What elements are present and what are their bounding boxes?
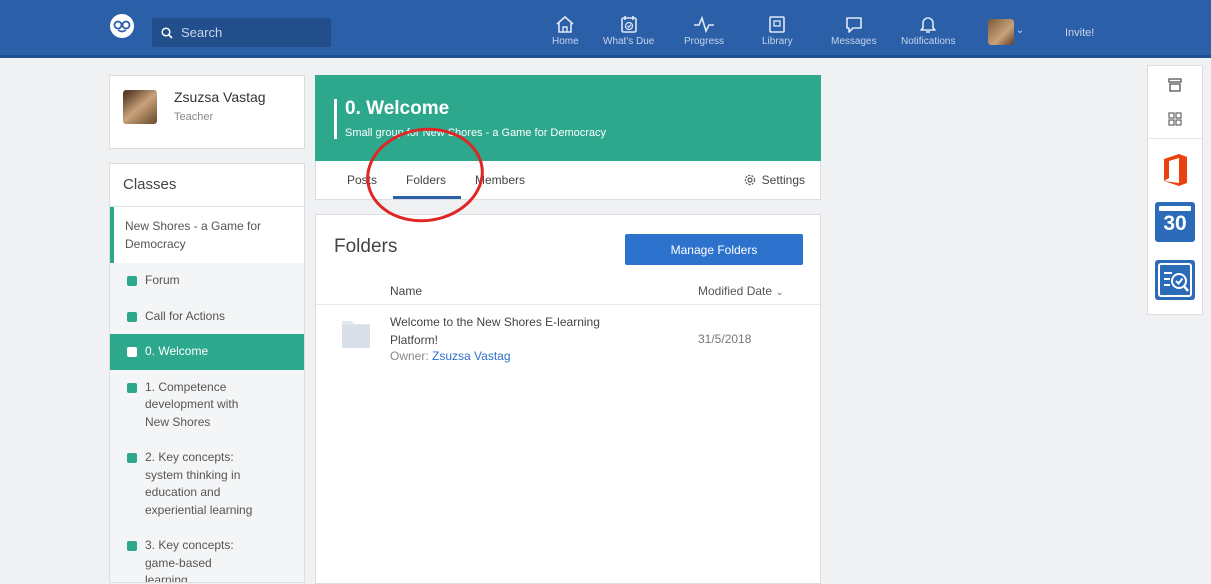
column-header-label: Modified Date — [698, 284, 773, 298]
invite-link[interactable]: Invite! — [1065, 27, 1094, 39]
folder-name-link[interactable]: Welcome to the New Shores E-learning Pla… — [390, 313, 630, 349]
sidebar-item-class[interactable]: New Shores - a Game for Democracy — [110, 207, 304, 263]
calendar-check-icon — [620, 16, 637, 33]
group-tabs: Posts Folders Members Settings — [315, 161, 821, 200]
calendar-badge: 30 — [1163, 212, 1187, 235]
chat-bubble-icon — [845, 17, 862, 33]
nav-progress[interactable]: Progress — [684, 15, 724, 47]
edmodo-logo-icon[interactable] — [110, 14, 134, 38]
review-icon[interactable] — [1155, 260, 1195, 300]
chevron-down-icon: ⌄ — [775, 287, 784, 298]
sidebar-item-key-concepts-systems[interactable]: 2. Key concepts: system thinking in educ… — [110, 440, 304, 528]
bell-icon — [920, 17, 937, 33]
user-avatar[interactable] — [988, 19, 1014, 45]
manage-folders-button[interactable]: Manage Folders — [625, 234, 803, 265]
settings-button[interactable]: Settings — [744, 173, 805, 187]
sidebar-item-competence[interactable]: 1. Competence development with New Shore… — [110, 369, 304, 440]
profile-role: Teacher — [174, 111, 214, 123]
sidebar-item-key-concepts-games[interactable]: 3. Key concepts: game-based learning — [110, 528, 304, 583]
nav-notifications-label: Notifications — [901, 36, 956, 47]
avatar[interactable] — [123, 90, 157, 124]
sidebar-item-label: 1. Competence development with New Shore… — [145, 379, 239, 429]
nav-whats-due-label: What's Due — [603, 36, 655, 47]
group-square-icon — [127, 541, 137, 551]
office-icon[interactable] — [1155, 150, 1195, 190]
nav-whats-due[interactable]: What's Due — [603, 15, 654, 47]
nav-library[interactable]: Library — [762, 15, 793, 47]
sidebar-item-label: 0. Welcome — [145, 344, 209, 358]
sidebar-item-label: 3. Key concepts: game-based learning — [145, 538, 234, 583]
sidebar-item-label: Forum — [145, 273, 180, 287]
profile-name[interactable]: Zsuzsa Vastag — [174, 89, 266, 105]
divider — [316, 304, 820, 305]
nav-progress-label: Progress — [684, 36, 725, 47]
sidebar-item-label: Call for Actions — [145, 308, 226, 323]
nav-messages-label: Messages — [831, 36, 877, 47]
column-header-name[interactable]: Name — [390, 284, 422, 298]
owner-label: Owner: — [390, 349, 429, 363]
group-square-icon — [127, 453, 137, 463]
classes-title: Classes — [110, 164, 304, 207]
group-square-icon — [127, 276, 137, 286]
header-accent-bar — [334, 99, 337, 139]
top-navigation-bar: Home What's Due Progress Library Message… — [0, 0, 1211, 58]
search-box[interactable] — [152, 18, 331, 47]
chevron-down-icon[interactable]: ⌄ — [1016, 25, 1024, 36]
nav-notifications[interactable]: Notifications — [901, 15, 955, 47]
tab-posts[interactable]: Posts — [347, 173, 377, 187]
folder-modified-date: 31/5/2018 — [698, 332, 752, 346]
profile-card: Zsuzsa Vastag Teacher — [109, 75, 305, 149]
gear-icon — [744, 174, 755, 186]
home-icon — [556, 15, 574, 33]
tab-folders[interactable]: Folders — [406, 173, 446, 187]
group-square-icon — [127, 347, 137, 357]
group-square-icon — [127, 382, 137, 393]
tab-members[interactable]: Members — [475, 173, 525, 187]
nav-home-label: Home — [552, 36, 579, 47]
app-rail: 30 — [1147, 65, 1203, 315]
nav-home[interactable]: Home — [552, 15, 579, 47]
app-grid-icon[interactable] — [1168, 112, 1182, 126]
divider — [1148, 138, 1202, 139]
column-header-modified-date[interactable]: Modified Date ⌄ — [698, 284, 784, 298]
folders-title: Folders — [334, 236, 398, 257]
pulse-icon — [694, 15, 714, 34]
library-icon — [769, 16, 786, 33]
calendar-30-icon[interactable]: 30 — [1155, 202, 1195, 242]
search-input[interactable] — [181, 25, 331, 40]
nav-library-label: Library — [762, 36, 793, 47]
classes-sidebar: Classes New Shores - a Game for Democrac… — [109, 163, 305, 583]
page-title: 0. Welcome — [345, 98, 450, 119]
group-square-icon — [127, 311, 137, 322]
search-icon — [161, 26, 173, 39]
settings-label: Settings — [761, 173, 805, 187]
folder-icon[interactable] — [341, 317, 371, 349]
nav-messages[interactable]: Messages — [831, 15, 877, 47]
owner-link[interactable]: Zsuzsa Vastag — [432, 349, 510, 363]
sidebar-item-label: 2. Key concepts: system thinking in educ… — [145, 450, 253, 517]
active-tab-indicator — [393, 196, 461, 199]
store-icon[interactable] — [1168, 78, 1182, 92]
sidebar-item-forum[interactable]: Forum — [110, 263, 304, 299]
calendar-top-bar — [1159, 206, 1191, 211]
folders-panel: Folders Manage Folders Name Modified Dat… — [315, 214, 821, 584]
folder-owner: Owner: Zsuzsa Vastag — [390, 349, 511, 363]
sidebar-item-call-for-actions[interactable]: Call for Actions — [110, 298, 304, 334]
magnify-check-icon — [1158, 263, 1192, 297]
group-header: 0. Welcome Small group for New Shores - … — [315, 75, 821, 161]
page-subtitle[interactable]: Small group for New Shores - a Game for … — [345, 127, 606, 139]
sidebar-item-welcome[interactable]: 0. Welcome — [110, 334, 304, 370]
